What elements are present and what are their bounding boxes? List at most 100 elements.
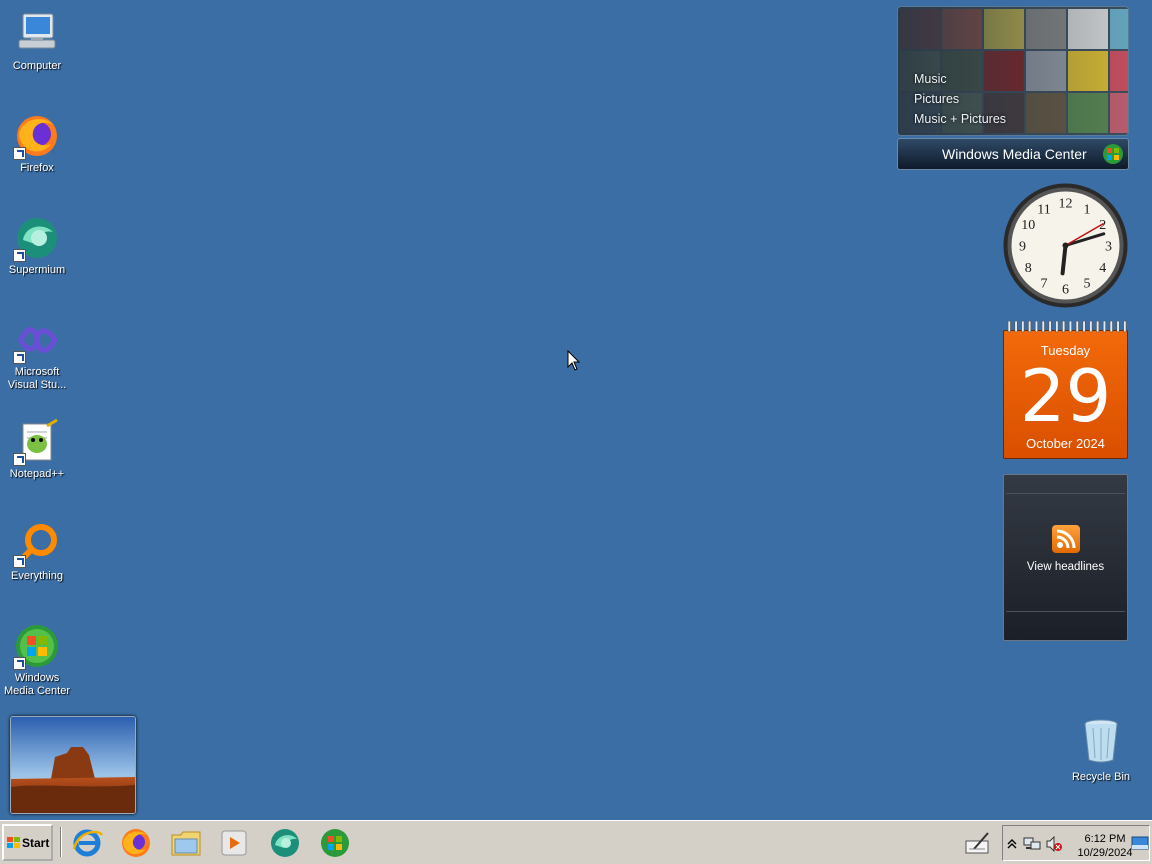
media-center-gadget[interactable]: Music Pictures Music + Pictures Windows …: [897, 6, 1129, 170]
calendar-ring: [1096, 320, 1100, 333]
windows-flag-icon: [7, 837, 20, 848]
media-tiles: Music Pictures Music + Pictures: [897, 6, 1129, 136]
windows-media-center-icon: [13, 622, 61, 670]
show-hidden-icons-icon[interactable]: [1007, 838, 1017, 850]
quick-launch-supermium[interactable]: [268, 827, 302, 859]
calendar-ring: [1068, 320, 1072, 333]
calendar-ring: [1109, 320, 1113, 333]
start-button[interactable]: Start: [2, 824, 53, 861]
quick-launch-windows-media-center[interactable]: [318, 827, 352, 859]
calendar-ring: [1123, 320, 1127, 333]
tray-clock[interactable]: 6:12 PM 10/29/2024: [1075, 832, 1135, 860]
supermium-icon: [271, 829, 299, 857]
clock-numeral: 8: [1025, 261, 1032, 276]
desktop-icon-visual-studio[interactable]: Microsoft Visual Stu...: [2, 310, 72, 392]
notepad-plus-plus-icon: [13, 418, 61, 466]
feed-headlines-gadget[interactable]: View headlines: [1003, 474, 1128, 641]
clock-numeral: 11: [1037, 202, 1050, 217]
clock-numeral: 3: [1105, 240, 1112, 255]
internet-explorer-icon: [72, 829, 104, 857]
calendar-day: 29: [1019, 354, 1112, 438]
media-player-icon: [221, 830, 247, 856]
desktop-icon-firefox[interactable]: Firefox: [2, 106, 72, 175]
desktop-icon-label: Notepad++: [9, 468, 65, 480]
calendar-ring: [1116, 320, 1120, 333]
pen-tablet-icon: [965, 832, 989, 854]
calendar-ring: [1062, 320, 1066, 333]
shortcut-arrow-icon: [13, 657, 26, 670]
calendar-ring: [1007, 320, 1011, 333]
shortcut-arrow-icon: [13, 453, 26, 466]
recycle-bin-icon: [1084, 719, 1118, 763]
calendar-binding-rings: [1007, 320, 1127, 333]
volume-muted-icon[interactable]: [1045, 836, 1063, 852]
clock-numeral: 1: [1084, 202, 1091, 217]
shortcut-arrow-icon: [13, 555, 26, 568]
shortcut-arrow-icon: [13, 249, 26, 262]
media-center-title: Windows Media Center: [942, 146, 1087, 162]
desktop-icon-label: Firefox: [20, 162, 54, 174]
desktop-icon-everything[interactable]: Everything: [2, 514, 72, 583]
tray-date: 10/29/2024: [1077, 847, 1133, 859]
calendar-ring: [1048, 320, 1052, 333]
calendar-ring: [1041, 320, 1045, 333]
quick-launch-media-player[interactable]: [218, 827, 252, 859]
desktop-icon-label: Everything: [11, 570, 63, 582]
quick-launch-internet-explorer[interactable]: [70, 827, 104, 859]
calendar-month-year: October 2024: [1026, 436, 1105, 451]
network-icon[interactable]: [1023, 836, 1041, 852]
shortcut-arrow-icon: [13, 351, 26, 364]
shortcut-arrow-icon: [13, 147, 26, 160]
calendar-ring: [1082, 320, 1086, 333]
slideshow-gadget[interactable]: [10, 716, 136, 814]
clock-face: 1234567891011 12: [1003, 183, 1128, 308]
tray-time: 6:12 PM: [1084, 833, 1126, 845]
calendar-gadget[interactable]: Tuesday 29 October 2024: [1003, 320, 1128, 459]
windows-logo-icon: [1103, 144, 1123, 164]
calendar-ring: [1055, 320, 1059, 333]
clock-numeral: 7: [1041, 277, 1048, 292]
calendar-ring: [1075, 320, 1079, 333]
clock-numeral: 9: [1019, 240, 1026, 255]
clock-numeral: 4: [1099, 261, 1106, 276]
view-headlines-link[interactable]: View headlines: [1004, 561, 1127, 573]
taskbar: Start 6:12 PM 10/29/2024: [0, 820, 1152, 864]
clock-numeral: 12: [1059, 197, 1073, 212]
visual-studio-icon: [13, 316, 61, 364]
firefox-icon: [122, 829, 150, 857]
calendar-pad: Tuesday 29 October 2024: [1003, 330, 1128, 459]
calendar-ring: [1102, 320, 1106, 333]
tablet-input-panel-button[interactable]: [960, 827, 994, 859]
desktop-icon-recycle-bin[interactable]: Recycle Bin: [1068, 718, 1134, 783]
slideshow-photo: [11, 717, 135, 813]
desktop-icon-label: Computer: [12, 60, 62, 72]
firefox-icon: [13, 112, 61, 160]
menu-item-music-pictures[interactable]: Music + Pictures: [914, 109, 1006, 129]
clock-numeral: 5: [1084, 277, 1091, 292]
calendar-ring: [1014, 320, 1018, 333]
desktop-icon-supermium[interactable]: Supermium: [2, 208, 72, 277]
everything-search-icon: [13, 520, 61, 568]
quick-launch-file-explorer[interactable]: [169, 827, 203, 859]
desktop-icon-label: Supermium: [8, 264, 66, 276]
calendar-ring: [1021, 320, 1025, 333]
calendar-ring: [1089, 320, 1093, 333]
desktop-icon-label: Microsoft Visual Stu...: [7, 366, 67, 391]
clock-gadget[interactable]: 1 2 3 4 5 6 7 8 9 10 11 12: [1002, 182, 1129, 309]
menu-item-music[interactable]: Music: [914, 69, 1006, 89]
supermium-icon: [13, 214, 61, 262]
windows-media-center-icon: [321, 829, 349, 857]
media-center-title-bar[interactable]: Windows Media Center: [897, 138, 1129, 170]
file-explorer-icon: [171, 831, 201, 856]
menu-item-pictures[interactable]: Pictures: [914, 89, 1006, 109]
calendar-ring: [1034, 320, 1039, 333]
calendar-ring: [1028, 320, 1032, 333]
mouse-cursor-icon: [567, 350, 581, 371]
desktop-icon-windows-media-center[interactable]: Windows Media Center: [2, 616, 72, 698]
desktop-icon-computer[interactable]: Computer: [2, 4, 72, 73]
quick-launch-firefox[interactable]: [119, 827, 153, 859]
desktop-icon-notepad-plus-plus[interactable]: Notepad++: [2, 412, 72, 481]
start-label: Start: [22, 836, 50, 850]
action-center-icon[interactable]: [1131, 836, 1149, 850]
system-tray: 6:12 PM 10/29/2024: [1002, 825, 1150, 861]
